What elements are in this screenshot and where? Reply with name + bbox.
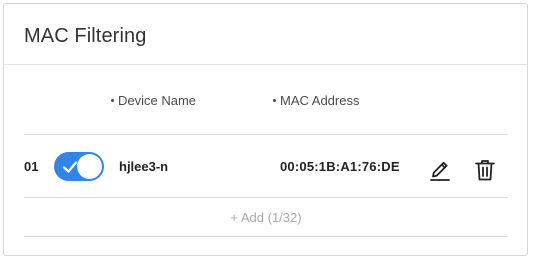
- divider: [24, 134, 508, 135]
- enable-toggle[interactable]: [54, 152, 104, 181]
- toggle-knob: [77, 154, 102, 179]
- column-header-device-name: Device Name: [111, 93, 196, 108]
- card-title: MAC Filtering: [24, 25, 147, 47]
- device-name-cell: hjlee3-n: [119, 159, 169, 174]
- card-header: MAC Filtering: [4, 4, 527, 65]
- pencil-icon: [430, 161, 450, 181]
- bullet-dot: [111, 99, 114, 102]
- mac-address-cell: 00:05:1B:A1:76:DE: [280, 159, 400, 174]
- bullet-dot: [273, 99, 276, 102]
- divider: [24, 236, 508, 237]
- column-header-mac-address-label: MAC Address: [280, 93, 360, 108]
- add-device-button[interactable]: + Add (1/32): [24, 198, 508, 236]
- row-index: 01: [24, 159, 39, 174]
- trash-icon: [475, 160, 495, 181]
- edit-button[interactable]: [428, 158, 452, 182]
- delete-button[interactable]: [473, 158, 497, 182]
- column-header-device-name-label: Device Name: [118, 93, 197, 108]
- column-header-mac-address: MAC Address: [273, 93, 359, 108]
